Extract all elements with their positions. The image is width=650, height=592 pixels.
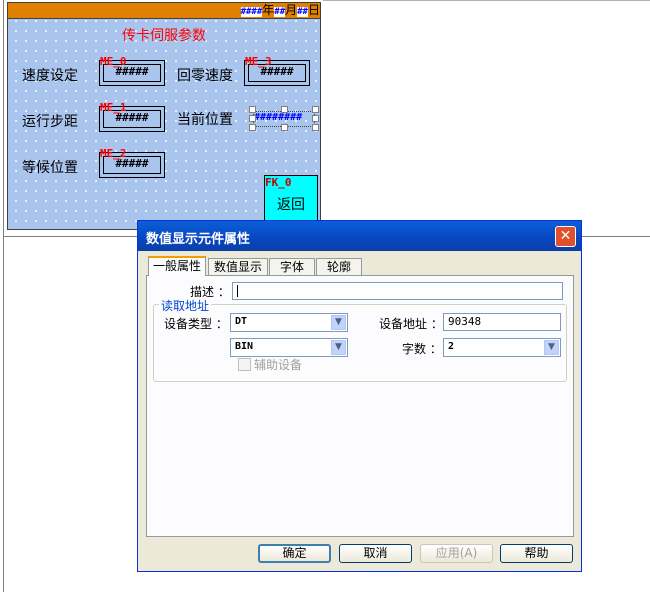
speed-setting-label: 速度设定: [22, 68, 78, 84]
selection-handle[interactable]: [312, 106, 319, 113]
year-placeholder: ####: [240, 7, 263, 17]
device-type-select[interactable]: DT ▼: [230, 313, 348, 332]
chevron-down-icon[interactable]: ▼: [544, 340, 559, 355]
homing-speed-tag: ME_3: [245, 55, 272, 68]
homing-speed-display[interactable]: ##### ME_3: [244, 55, 310, 86]
chevron-down-icon[interactable]: ▼: [331, 340, 346, 355]
selection-handle[interactable]: [249, 115, 256, 122]
month-placeholder: ##: [274, 7, 286, 17]
date-display: ####年##月##日: [240, 3, 320, 18]
aux-device-label: 辅助设备: [254, 358, 303, 372]
dialog-titlebar[interactable]: 数值显示元件属性 ✕: [138, 221, 581, 251]
month-label: 月: [285, 3, 298, 17]
numeric-display-properties-dialog[interactable]: 数值显示元件属性 ✕ 一般属性 数值显示 字体 轮廓 描述 ： 读取地址 设备类…: [137, 220, 582, 572]
chevron-down-icon[interactable]: ▼: [331, 315, 346, 330]
dialog-title: 数值显示元件属性: [146, 232, 251, 247]
editor-left-border: [3, 0, 4, 592]
device-type-value: DT: [235, 316, 248, 327]
day-label: 日: [307, 3, 320, 17]
speed-setting-display[interactable]: ##### ME_0: [99, 55, 165, 86]
description-input[interactable]: [232, 282, 563, 300]
selection-handle[interactable]: [312, 124, 319, 131]
read-address-group: 读取地址 设备类型 ： DT ▼ 设备地址 ： 90348 BIN ▼ 字数 ：…: [153, 297, 567, 382]
tab-font[interactable]: 字体: [269, 258, 315, 275]
device-address-input[interactable]: 90348: [443, 313, 561, 331]
homing-speed-label: 回零速度: [177, 68, 233, 84]
ok-button[interactable]: 确定: [258, 544, 331, 563]
selection-handle[interactable]: [249, 124, 256, 131]
data-format-value: BIN: [235, 341, 254, 352]
editor-top-border: [323, 0, 650, 1]
run-step-display[interactable]: ##### ME_1: [99, 101, 165, 132]
current-position-label: 当前位置: [177, 112, 233, 128]
screen-title: 传卡伺服参数: [122, 28, 206, 44]
function-key-label: 返回: [277, 197, 305, 213]
date-bar[interactable]: ####年##月##日: [8, 3, 320, 19]
wait-position-display[interactable]: ##### ME_2: [99, 147, 165, 178]
word-count-select[interactable]: 2 ▼: [443, 338, 561, 357]
general-tab-panel: 描述 ： 读取地址 设备类型 ： DT ▼ 设备地址 ： 90348 BIN ▼…: [146, 275, 574, 537]
current-position-value: ########: [254, 112, 303, 123]
aux-device-checkbox[interactable]: [238, 358, 251, 371]
wait-position-tag: ME_2: [100, 147, 127, 160]
text-caret: [237, 285, 238, 297]
close-button[interactable]: ✕: [555, 226, 576, 247]
device-type-label: 设备类型 ：: [164, 317, 228, 331]
selection-handle[interactable]: [312, 115, 319, 122]
function-key-tag: FK_0: [265, 176, 292, 189]
word-count-label: 字数 ：: [402, 342, 442, 356]
close-icon: ✕: [559, 228, 572, 244]
run-step-tag: ME_1: [100, 101, 127, 114]
selection-handle[interactable]: [281, 106, 288, 113]
data-format-select[interactable]: BIN ▼: [230, 338, 348, 357]
day-placeholder: ##: [297, 7, 308, 17]
speed-setting-tag: ME_0: [100, 55, 127, 68]
hmi-screen[interactable]: ####年##月##日 传卡伺服参数 速度设定 ##### ME_0 回零速度 …: [7, 2, 321, 230]
word-count-value: 2: [448, 341, 455, 352]
read-address-group-title: 读取地址: [159, 297, 212, 314]
return-function-key[interactable]: FK_0 返回: [264, 175, 318, 225]
help-button[interactable]: 帮助: [500, 544, 573, 563]
wait-position-label: 等候位置: [22, 160, 78, 176]
selection-handle[interactable]: [249, 106, 256, 113]
year-label: 年: [262, 3, 275, 17]
cancel-button[interactable]: 取消: [339, 544, 412, 563]
selection-handle[interactable]: [281, 124, 288, 131]
run-step-label: 运行步距: [22, 114, 78, 130]
tab-outline[interactable]: 轮廓: [316, 258, 362, 275]
apply-button[interactable]: 应用(A): [420, 544, 493, 563]
tab-general[interactable]: 一般属性: [148, 256, 206, 276]
tab-numeric-display[interactable]: 数值显示: [208, 258, 268, 275]
device-address-label: 设备地址 ：: [379, 317, 443, 331]
